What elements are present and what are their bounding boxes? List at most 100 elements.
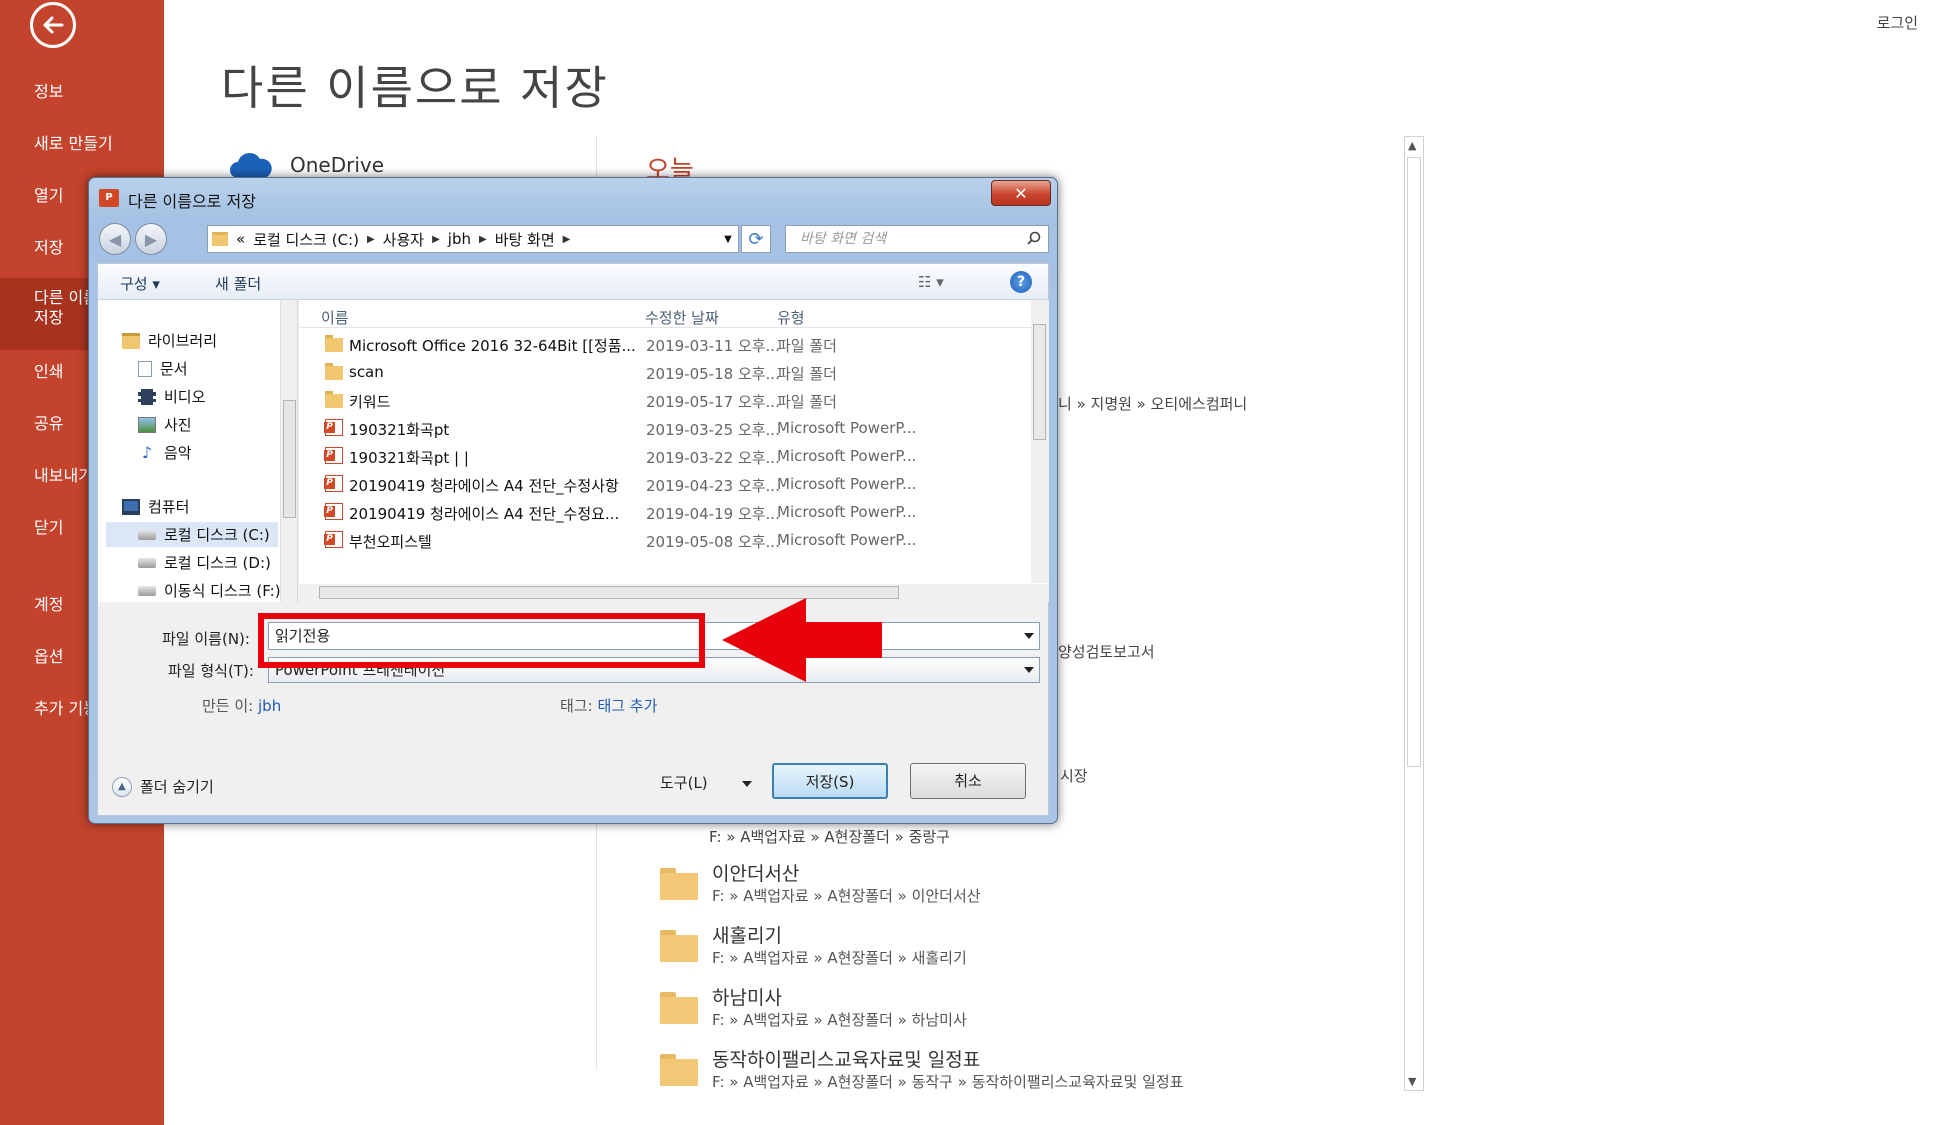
breadcrumb-user[interactable]: jbh [448, 230, 471, 248]
file-row[interactable]: 190321화곡pt | | 2019-03-22 오후...Microsoft … [299, 442, 1029, 470]
file-name: Microsoft Office 2016 32-64Bit [[정품... [349, 337, 636, 355]
view-options-icon[interactable]: ☷ ▾ [918, 273, 944, 291]
hide-folders-button[interactable]: ▲ 폴더 숨기기 [112, 776, 214, 797]
scroll-down-icon[interactable]: ▼ [1408, 1075, 1416, 1088]
recent-scrollbar[interactable]: ▲ ▼ [1404, 136, 1424, 1091]
tree-item-music[interactable]: ♪ 음악 [138, 442, 192, 463]
tree-item-library[interactable]: 라이브러리 [122, 330, 217, 351]
breadcrumb-separator-icon[interactable]: ▶ [432, 234, 440, 245]
recent-folder[interactable]: 동작하이팰리스교육자료및 일정표 F: » A백업자료 » A현장폴더 » 동작구… [660, 1048, 1183, 1092]
file-name: 190321화곡pt | | [349, 449, 469, 467]
search-input[interactable]: 바탕 화면 검색 [785, 225, 1049, 253]
cancel-button[interactable]: 취소 [910, 763, 1026, 799]
scroll-thumb[interactable] [1407, 157, 1421, 767]
breadcrumb-separator-icon[interactable]: ▶ [479, 234, 487, 245]
file-row[interactable]: scan 2019-05-18 오후... 파일 폴더 [299, 358, 1029, 386]
file-list-hscrollbar[interactable] [299, 584, 1049, 602]
pptx-file-icon [324, 447, 343, 464]
filename-dropdown-icon[interactable] [1024, 633, 1034, 639]
help-icon[interactable]: ? [1010, 271, 1032, 293]
tools-dropdown-icon[interactable] [742, 781, 752, 787]
tree-label: 로컬 디스크 (C:) [164, 526, 270, 544]
file-name: 키워드 [349, 393, 391, 411]
tree-item-computer[interactable]: 컴퓨터 [122, 496, 189, 517]
folder-icon [660, 992, 698, 1024]
scroll-up-icon[interactable]: ▲ [1408, 139, 1416, 152]
back-button[interactable]: ◀ [99, 223, 131, 255]
tree-item-pictures[interactable]: 사진 [138, 414, 192, 435]
close-button[interactable]: ✕ [991, 180, 1051, 206]
file-list-vscrollbar[interactable] [1031, 300, 1049, 583]
search-icon[interactable] [1027, 231, 1041, 245]
file-type: 파일 폴더 [777, 393, 837, 411]
dialog-title: 다른 이름으로 저장 [128, 192, 256, 211]
add-tag-link[interactable]: 태그 추가 [597, 697, 657, 715]
file-row[interactable]: 키워드 2019-05-17 오후... 파일 폴더 [299, 386, 1029, 414]
location-onedrive[interactable]: OneDrive [228, 150, 384, 180]
tree-item-videos[interactable]: 비디오 [138, 386, 205, 407]
recent-path-partial[interactable]: 양성검토보고서 [1058, 641, 1155, 662]
file-name: 190321화곡pt [349, 421, 450, 439]
back-arrow-icon[interactable] [30, 2, 76, 48]
file-name: 부천오피스텔 [349, 533, 432, 551]
tree-item-drive-c[interactable]: 로컬 디스크 (C:) [106, 522, 278, 547]
tree-scrollbar[interactable] [280, 300, 297, 602]
recent-folder[interactable]: 이안더서산 F: » A백업자료 » A현장폴더 » 이안더서산 [660, 862, 981, 906]
tree-label: 음악 [164, 444, 192, 462]
tools-button[interactable]: 도구(L) [660, 772, 708, 793]
tree-label: 이동식 디스크 (F:) [164, 582, 281, 600]
drive-icon [138, 585, 156, 596]
nav-info[interactable]: 정보 [0, 72, 164, 112]
refresh-icon[interactable]: ⟳ [741, 225, 771, 253]
author-value[interactable]: jbh [258, 697, 281, 715]
address-overflow[interactable]: « [236, 230, 245, 248]
file-type: 파일 폴더 [777, 365, 837, 383]
tags-field: 태그: 태그 추가 [560, 695, 657, 716]
new-folder-button[interactable]: 새 폴더 [215, 273, 261, 294]
file-type: Microsoft PowerP... [777, 531, 917, 549]
file-name: 20190419 청라에이스 A4 전단_수정사항 [349, 477, 619, 495]
breadcrumb-desktop[interactable]: 바탕 화면 [495, 229, 555, 250]
file-row[interactable]: 20190419 청라에이스 A4 전단_수정요... 2019-04-19 오후… [299, 498, 1029, 526]
author-field: 만든 이: jbh [202, 695, 281, 716]
scroll-thumb[interactable] [1033, 324, 1046, 440]
recent-folder[interactable]: 하남미사 F: » A백업자료 » A현장폴더 » 하남미사 [660, 986, 967, 1030]
breadcrumb-drive[interactable]: 로컬 디스크 (C:) [253, 229, 359, 250]
file-date: 2019-03-11 오후... [646, 337, 780, 355]
file-row[interactable]: 190321화곡pt 2019-03-25 오후...Microsoft Powe… [299, 414, 1029, 442]
recent-path-partial[interactable]: 니 » 지명원 » 오티에스컴퍼니 [1058, 393, 1247, 414]
tree-label: 비디오 [164, 388, 206, 406]
column-type[interactable]: 유형 [777, 307, 805, 328]
filetype-dropdown-icon[interactable] [1024, 667, 1034, 673]
recent-folder[interactable]: 새홀리기 F: » A백업자료 » A현장폴더 » 새홀리기 [660, 924, 967, 968]
column-date[interactable]: 수정한 날짜 [645, 307, 719, 328]
drive-icon [138, 529, 156, 540]
recent-path-partial[interactable]: F: » A백업자료 » A현장폴더 » 중랑구 [709, 826, 950, 847]
breadcrumb-separator-icon[interactable]: ▶ [367, 234, 375, 245]
breadcrumb-users[interactable]: 사용자 [383, 229, 424, 250]
tree-item-documents[interactable]: 문서 [138, 358, 188, 379]
tree-item-drive-d[interactable]: 로컬 디스크 (D:) [138, 552, 271, 573]
file-row[interactable]: 부천오피스텔 2019-05-08 오후...Microsoft PowerP..… [299, 526, 1029, 554]
breadcrumb-separator-icon[interactable]: ▶ [563, 234, 571, 245]
login-link[interactable]: 로그인 [1877, 12, 1918, 33]
folder-icon [325, 391, 343, 408]
file-row[interactable]: 20190419 청라에이스 A4 전단_수정사항 2019-04-23 오후..… [299, 470, 1029, 498]
recent-path-partial[interactable]: 시장 [1060, 765, 1088, 786]
author-label: 만든 이: [202, 697, 254, 715]
pptx-file-icon [324, 503, 343, 520]
address-bar[interactable]: « 로컬 디스크 (C:) ▶ 사용자 ▶ jbh ▶ 바탕 화면 ▶ ▼ [207, 225, 739, 253]
column-name[interactable]: 이름 [321, 307, 349, 328]
save-button[interactable]: 저장(S) [772, 763, 888, 799]
nav-new[interactable]: 새로 만들기 [0, 124, 164, 164]
dialog-titlebar[interactable]: P 다른 이름으로 저장 ✕ [89, 178, 1057, 212]
tree-label: 로컬 디스크 (D:) [164, 554, 271, 572]
forward-button[interactable]: ▶ [135, 223, 167, 255]
tree-item-drive-f[interactable]: 이동식 디스크 (F:) [138, 580, 281, 601]
filename-label: 파일 이름(N): [162, 630, 250, 648]
file-row[interactable]: Microsoft Office 2016 32-64Bit [[정품... 20… [299, 330, 1029, 358]
file-date: 2019-05-08 오후... [646, 533, 780, 551]
scroll-thumb[interactable] [283, 400, 296, 518]
organize-button[interactable]: 구성 ▾ [120, 273, 160, 294]
address-dropdown-icon[interactable]: ▼ [718, 226, 738, 252]
